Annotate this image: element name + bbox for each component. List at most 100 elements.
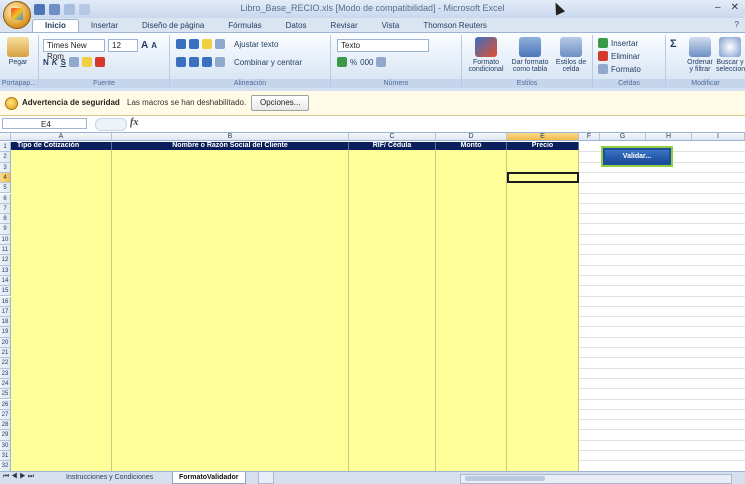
formula-buttons[interactable] — [95, 118, 127, 131]
column-a-input-area[interactable] — [11, 142, 112, 471]
row-header-4[interactable]: 4 — [0, 173, 11, 183]
align-center-icon[interactable] — [189, 57, 199, 67]
close-button[interactable]: ✕ — [731, 2, 739, 13]
column-header-a[interactable]: A — [11, 133, 112, 141]
row-header-19[interactable]: 19 — [0, 327, 11, 337]
column-header-h[interactable]: H — [646, 133, 692, 141]
fill-color-icon[interactable] — [82, 57, 92, 67]
row-header-11[interactable]: 11 — [0, 245, 11, 255]
paste-button[interactable]: Pegar — [4, 37, 32, 66]
sort-filter-button[interactable]: Ordenar y filtrar — [686, 37, 714, 73]
font-color-icon[interactable] — [95, 57, 105, 67]
help-icon[interactable]: ? — [735, 20, 739, 29]
row-header-13[interactable]: 13 — [0, 266, 11, 276]
minimize-button[interactable]: – — [715, 2, 721, 13]
name-box[interactable]: E4 — [2, 118, 87, 129]
row-header-14[interactable]: 14 — [0, 276, 11, 286]
active-cell-e4[interactable] — [507, 172, 579, 183]
tab-datos[interactable]: Datos — [274, 20, 319, 32]
tab-vista[interactable]: Vista — [370, 20, 412, 32]
font-size-combo[interactable]: 12 — [108, 39, 138, 52]
row-header-2[interactable]: 2 — [0, 152, 11, 162]
align-middle-icon[interactable] — [189, 39, 199, 49]
sheet-nav-buttons[interactable]: ⏮◀▶⏭ — [3, 473, 36, 481]
merge-center-button[interactable]: Combinar y centrar — [234, 58, 302, 67]
borders-icon[interactable] — [69, 57, 79, 67]
font-name-combo[interactable]: Times New Rom — [43, 39, 105, 52]
column-header-c[interactable]: C — [349, 133, 436, 141]
row-header-17[interactable]: 17 — [0, 307, 11, 317]
align-top-icon[interactable] — [176, 39, 186, 49]
insert-button[interactable]: Insertar — [611, 39, 638, 48]
column-b-input-area[interactable] — [112, 142, 349, 471]
italic-button[interactable]: K — [52, 58, 58, 67]
customize-qat-icon[interactable] — [79, 4, 90, 15]
sheet-tab-formatovalidador[interactable]: FormatoValidador — [172, 472, 246, 484]
column-e-input-area[interactable] — [507, 142, 579, 471]
row-header-22[interactable]: 22 — [0, 358, 11, 368]
row-header-20[interactable]: 20 — [0, 338, 11, 348]
align-bottom-icon[interactable] — [202, 39, 212, 49]
row-header-27[interactable]: 27 — [0, 410, 11, 420]
tab-revisar[interactable]: Revisar — [319, 20, 370, 32]
save-icon[interactable] — [34, 4, 45, 15]
tab-thomson-reuters[interactable]: Thomson Reuters — [411, 20, 499, 32]
wrap-text-button[interactable]: Ajustar texto — [234, 40, 278, 49]
find-select-button[interactable]: Buscar y seleccionar — [716, 37, 744, 73]
conditional-format-button[interactable]: Formato condicional — [466, 37, 506, 73]
format-button[interactable]: Formato — [611, 65, 641, 74]
decimal-icon[interactable] — [376, 57, 386, 67]
undo-icon[interactable] — [49, 4, 60, 15]
format-table-button[interactable]: Dar formato como tabla — [510, 37, 550, 73]
row-header-9[interactable]: 9 — [0, 224, 11, 234]
row-header-10[interactable]: 10 — [0, 235, 11, 245]
row-header-25[interactable]: 25 — [0, 389, 11, 399]
indent-icon[interactable] — [215, 57, 225, 67]
insert-function-icon[interactable]: fx — [130, 117, 138, 128]
validar-button[interactable]: Validar... — [601, 146, 673, 167]
worksheet-grid[interactable]: A B C D E F G H I 1234567891011121314151… — [0, 133, 745, 471]
select-all-corner[interactable] — [0, 133, 11, 141]
shrink-font-button[interactable]: A — [151, 41, 157, 50]
column-header-e[interactable]: E — [507, 133, 579, 141]
column-header-d[interactable]: D — [436, 133, 507, 141]
orientation-icon[interactable] — [215, 39, 225, 49]
percent-button[interactable]: % — [350, 58, 357, 67]
delete-button[interactable]: Eliminar — [611, 52, 640, 61]
tab-inicio[interactable]: Inicio — [32, 19, 79, 32]
row-header-5[interactable]: 5 — [0, 183, 11, 193]
row-header-3[interactable]: 3 — [0, 163, 11, 173]
scrollbar-thumb[interactable] — [465, 476, 545, 481]
row-header-31[interactable]: 31 — [0, 451, 11, 461]
row-header-15[interactable]: 15 — [0, 286, 11, 296]
tab-insertar[interactable]: Insertar — [79, 20, 130, 32]
autosum-button[interactable]: Σ — [670, 38, 677, 50]
column-c-input-area[interactable] — [349, 142, 436, 471]
row-header-30[interactable]: 30 — [0, 441, 11, 451]
align-left-icon[interactable] — [176, 57, 186, 67]
tab-formulas[interactable]: Fórmulas — [216, 20, 273, 32]
tab-diseno-pagina[interactable]: Diseño de página — [130, 20, 216, 32]
column-header-i[interactable]: I — [692, 133, 745, 141]
bold-button[interactable]: N — [43, 58, 49, 67]
row-header-7[interactable]: 7 — [0, 204, 11, 214]
currency-icon[interactable] — [337, 57, 347, 67]
underline-button[interactable]: S — [61, 58, 66, 67]
insert-sheet-icon[interactable] — [258, 472, 274, 484]
cell-styles-button[interactable]: Estilos de celda — [552, 37, 590, 73]
row-header-29[interactable]: 29 — [0, 430, 11, 440]
row-header-6[interactable]: 6 — [0, 194, 11, 204]
column-d-input-area[interactable] — [436, 142, 507, 471]
row-header-28[interactable]: 28 — [0, 420, 11, 430]
row-header-23[interactable]: 23 — [0, 369, 11, 379]
office-button[interactable] — [3, 1, 31, 29]
row-header-8[interactable]: 8 — [0, 214, 11, 224]
row-header-12[interactable]: 12 — [0, 255, 11, 265]
row-header-26[interactable]: 26 — [0, 400, 11, 410]
row-header-1[interactable]: 1 — [0, 142, 11, 152]
column-header-b[interactable]: B — [112, 133, 349, 141]
row-header-21[interactable]: 21 — [0, 348, 11, 358]
align-right-icon[interactable] — [202, 57, 212, 67]
column-header-f[interactable]: F — [579, 133, 600, 141]
row-header-24[interactable]: 24 — [0, 379, 11, 389]
